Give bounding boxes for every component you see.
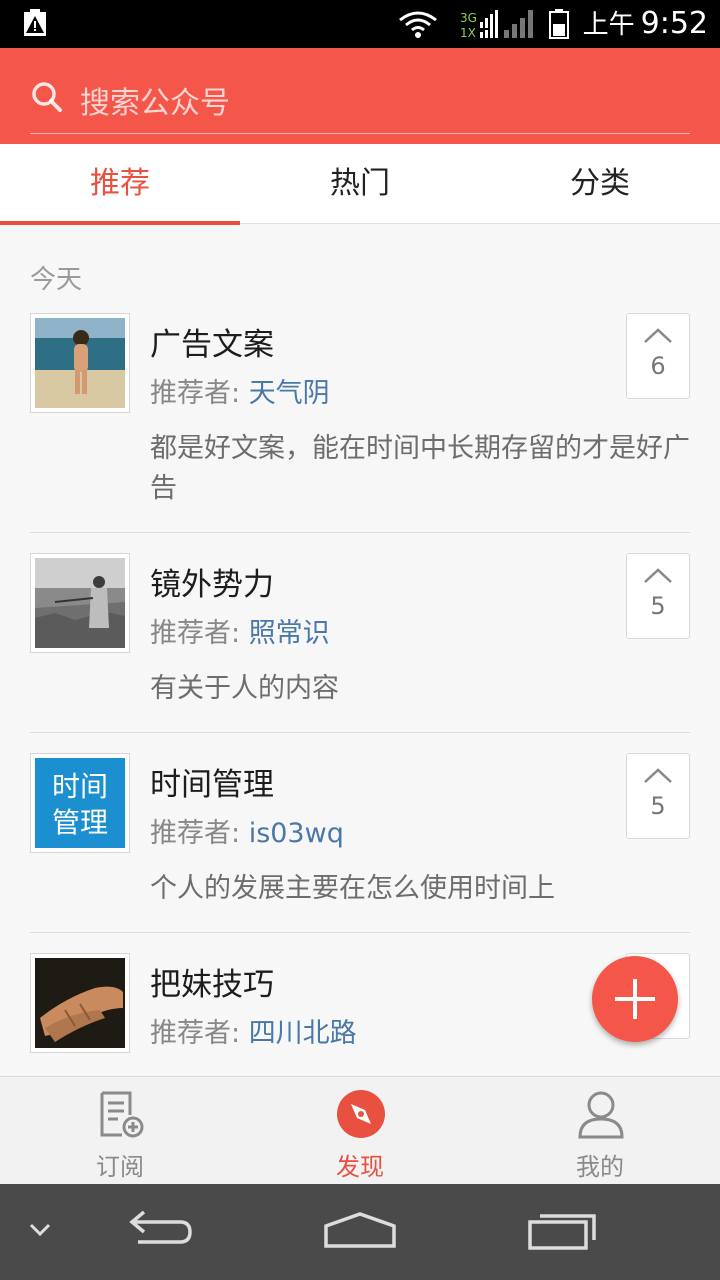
nav-discover[interactable]: 发现 [240, 1077, 480, 1185]
nav-label: 我的 [576, 1153, 624, 1181]
hands-photo [35, 958, 125, 1048]
back-icon[interactable] [124, 1208, 196, 1256]
list-item[interactable]: 把妹技巧 推荐者: 四川北路 4 [30, 953, 690, 1075]
status-icons: 3G 1X [398, 8, 578, 44]
compass-icon [336, 1089, 386, 1139]
recommender-prefix: 推荐者: [150, 1018, 249, 1049]
app-header: 搜索公众号 [0, 48, 720, 144]
recommender-prefix: 推荐者: [150, 818, 249, 849]
clock: 上午 9:52 [583, 4, 708, 41]
profile-icon [576, 1089, 626, 1139]
list-item[interactable]: 镜外势力 推荐者: 照常识 有关于人的内容 5 [30, 553, 690, 733]
recommender-name[interactable]: 天气阴 [249, 378, 330, 409]
status-bar: 3G 1X 上午 9:52 [0, 0, 720, 48]
nav-label: 订阅 [96, 1153, 144, 1181]
recommender-prefix: 推荐者: [150, 378, 249, 409]
search-placeholder: 搜索公众号 [80, 86, 230, 121]
item-recommender: 推荐者: 天气阴 [150, 371, 330, 410]
recommender-name[interactable]: 照常识 [249, 618, 330, 649]
search-input[interactable]: 搜索公众号 [30, 70, 690, 134]
account-thumbnail[interactable] [30, 953, 130, 1053]
logo-text-line-2: 管理 [52, 806, 108, 839]
tab-hot[interactable]: 热门 [240, 144, 480, 224]
nav-label: 发现 [336, 1153, 384, 1181]
recent-apps-icon[interactable] [526, 1208, 598, 1256]
wifi-icon [399, 11, 437, 32]
logo-text-line-1: 时间 [52, 770, 108, 803]
section-label-today: 今天 [30, 265, 83, 295]
bottom-nav: 订阅 发现 我的 [0, 1076, 720, 1184]
vote-count: 6 [650, 352, 666, 380]
recommender-name[interactable]: 四川北路 [249, 1018, 357, 1049]
account-thumbnail[interactable]: 时间 管理 [30, 753, 130, 853]
feed-list[interactable]: 今天 广告文案 推荐者: 天气阴 都是好文案，能在时间中长期存留的才是好广告 6 [0, 225, 720, 1075]
vote-count: 5 [650, 592, 666, 620]
search-icon [30, 80, 64, 118]
recommender-prefix: 推荐者: [150, 618, 249, 649]
system-nav-bar [0, 1184, 720, 1280]
account-thumbnail[interactable] [30, 313, 130, 413]
chevron-up-icon [643, 326, 673, 348]
chevron-down-icon[interactable] [28, 1222, 52, 1242]
time-management-logo: 时间 管理 [35, 758, 125, 848]
item-title[interactable]: 镜外势力 [150, 559, 274, 604]
item-title[interactable]: 广告文案 [150, 319, 274, 364]
item-recommender: 推荐者: 四川北路 [150, 1011, 357, 1050]
item-description: 都是好文案，能在时间中长期存留的才是好广告 [150, 433, 690, 504]
vote-count: 5 [650, 792, 666, 820]
upvote-button[interactable]: 5 [626, 753, 690, 839]
item-title[interactable]: 时间管理 [150, 759, 274, 804]
upvote-button[interactable]: 5 [626, 553, 690, 639]
home-icon[interactable] [322, 1208, 398, 1256]
list-item[interactable]: 时间 管理 时间管理 推荐者: is03wq 个人的发展主要在怎么使用时间上 5 [30, 753, 690, 933]
clock-time: 9:52 [640, 6, 708, 41]
item-description: 个人的发展主要在怎么使用时间上 [150, 873, 555, 904]
nav-subscribe[interactable]: 订阅 [0, 1077, 240, 1185]
item-title[interactable]: 把妹技巧 [150, 959, 274, 1004]
woman-in-field-photo [35, 558, 125, 648]
svg-text:3G: 3G [460, 11, 477, 25]
item-description: 有关于人的内容 [150, 673, 339, 704]
battery-alert-icon [20, 8, 50, 42]
tab-recommend[interactable]: 推荐 [0, 144, 240, 225]
tab-bar: 推荐 热门 分类 [0, 144, 720, 225]
item-recommender: 推荐者: is03wq [150, 811, 344, 850]
subscribe-icon [96, 1089, 146, 1139]
add-button[interactable] [592, 956, 678, 1042]
nav-profile[interactable]: 我的 [480, 1077, 720, 1185]
upvote-button[interactable]: 6 [626, 313, 690, 399]
clock-ampm: 上午 [582, 10, 635, 40]
list-item[interactable]: 广告文案 推荐者: 天气阴 都是好文案，能在时间中长期存留的才是好广告 6 [30, 313, 690, 533]
account-thumbnail[interactable] [30, 553, 130, 653]
recommender-name[interactable]: is03wq [249, 818, 344, 849]
child-on-beach-photo [35, 318, 125, 408]
svg-text:1X: 1X [460, 26, 476, 40]
chevron-up-icon [643, 766, 673, 788]
item-recommender: 推荐者: 照常识 [150, 611, 330, 650]
chevron-up-icon [643, 566, 673, 588]
tab-category[interactable]: 分类 [480, 144, 720, 224]
plus-icon [613, 977, 657, 1025]
